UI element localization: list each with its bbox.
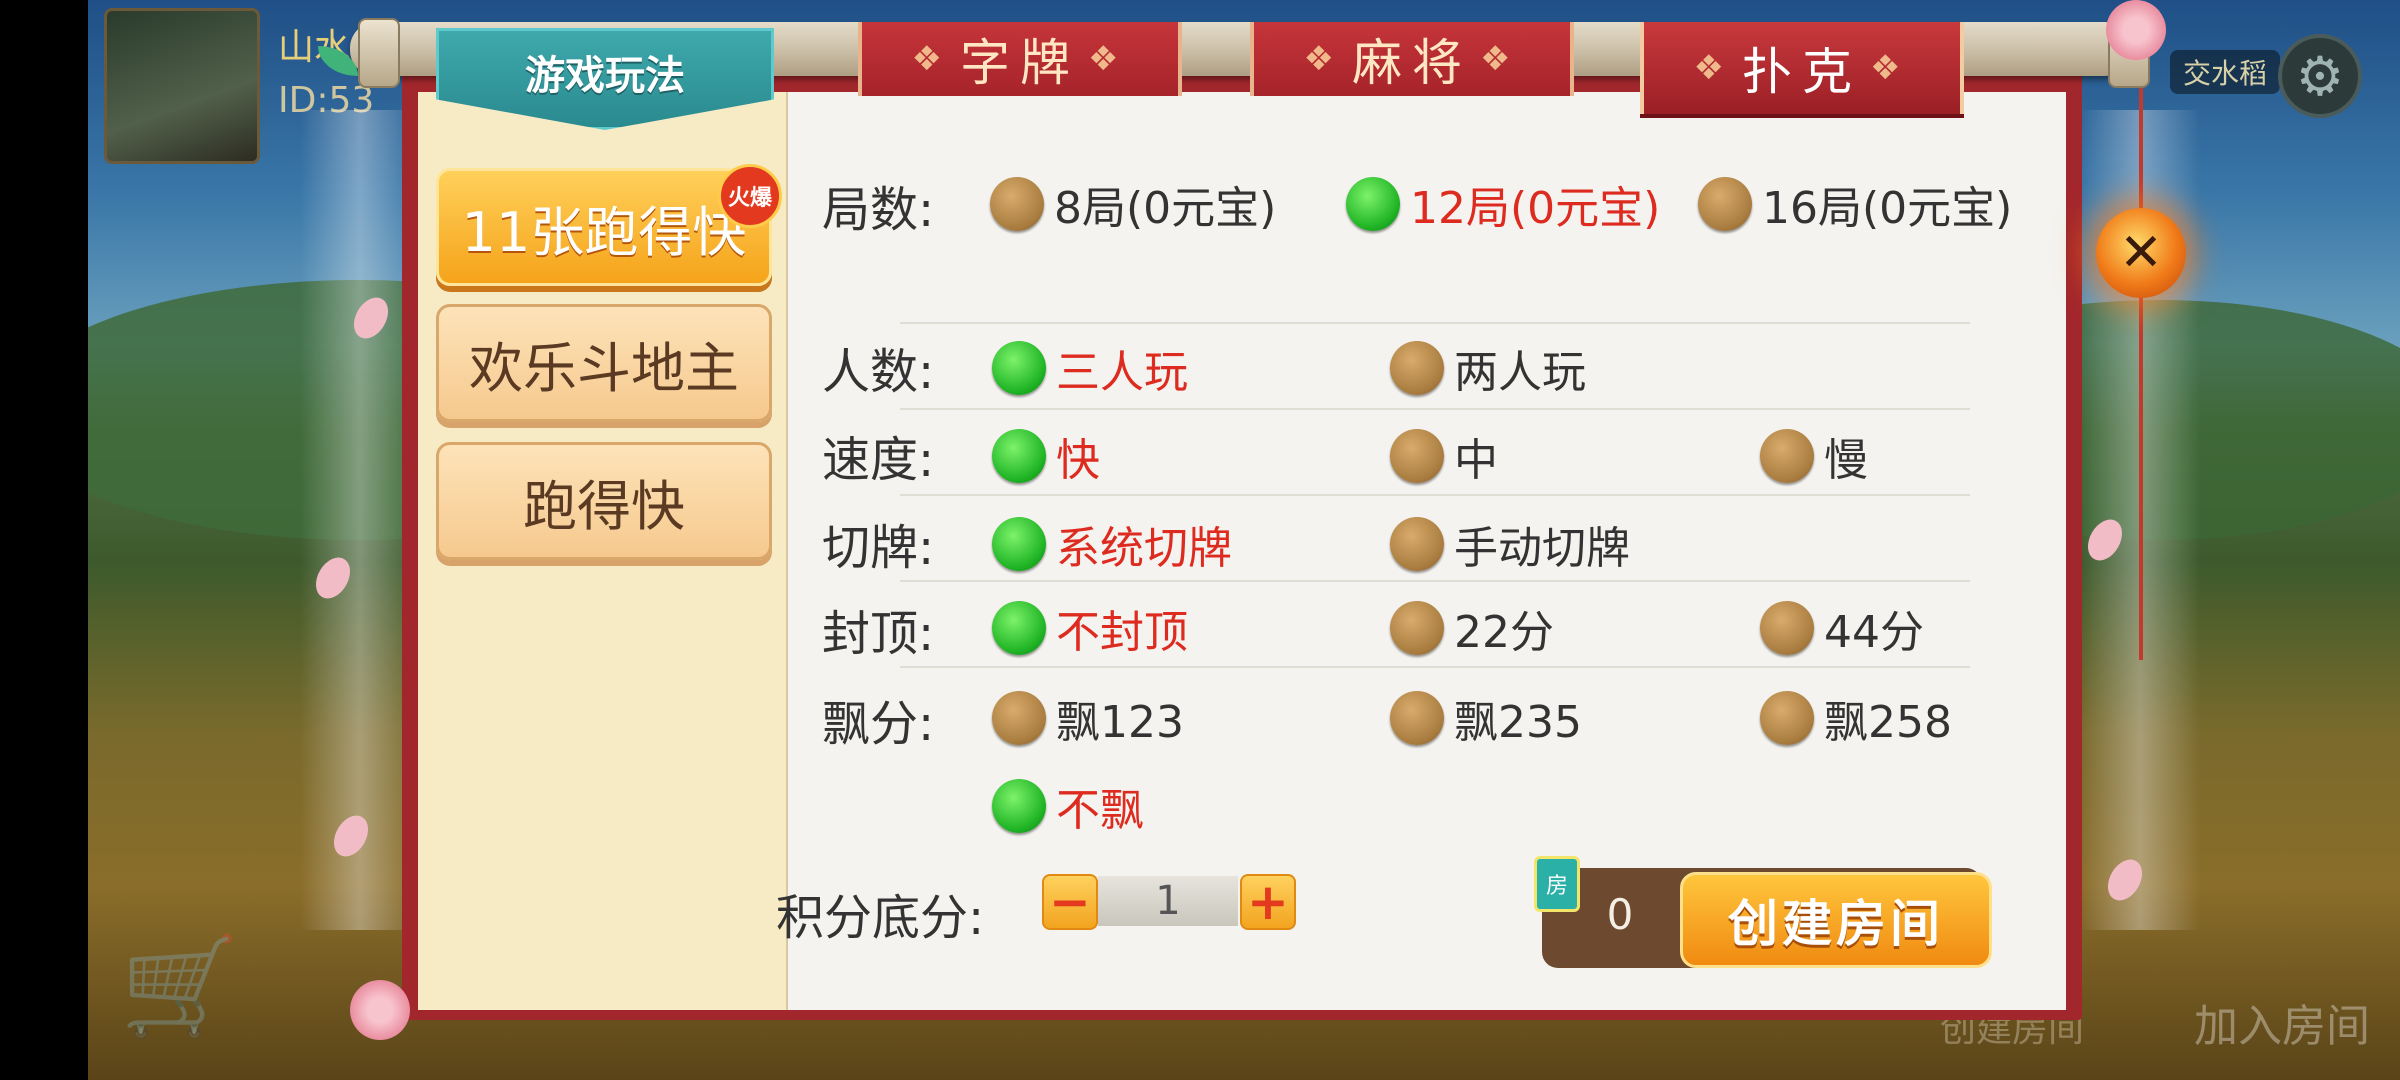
radio-selected-icon [1346,177,1400,231]
tab-poker-label: 扑克 [1742,43,1862,101]
game-paodekuai[interactable]: 跑得快 [436,442,772,560]
ornament-icon: ❖ [1693,48,1734,88]
option-label: 系统切牌 [1056,523,1232,574]
speed-label: 速度: [822,432,935,488]
divider [900,580,1970,582]
game-label: 11张跑得快 [461,200,747,264]
players-label: 人数: [822,344,935,400]
tassel-decor [2139,60,2143,660]
radio-icon [1390,601,1444,655]
cap-option-22[interactable]: 22分 [1390,596,1554,660]
ornament-icon: ❖ [1870,48,1911,88]
province-label[interactable]: 交水稻 [2170,50,2280,94]
float-option-258[interactable]: 飘258 [1760,686,1952,750]
option-label: 慢 [1824,435,1868,486]
rounds-option-8[interactable]: 8局(0元宝) [990,172,1276,236]
tab-zipai[interactable]: ❖ 字牌 ❖ [858,22,1182,96]
option-label: 三人玩 [1056,347,1188,398]
game-doudizhu[interactable]: 欢乐斗地主 [436,304,772,422]
option-label: 44分 [1824,607,1924,658]
radio-icon [992,691,1046,745]
create-room-button[interactable]: 创建房间 [1680,872,1992,968]
option-label: 快 [1056,435,1100,486]
float-option-123[interactable]: 飘123 [992,686,1184,750]
rounds-option-16[interactable]: 16局(0元宝) [1698,172,2012,236]
radio-icon [1760,601,1814,655]
float-option-235[interactable]: 飘235 [1390,686,1582,750]
divider [900,666,1970,668]
game-label: 欢乐斗地主 [469,336,739,400]
speed-option-medium[interactable]: 中 [1390,424,1498,488]
cap-label: 封顶: [822,606,935,662]
ornament-icon: ❖ [911,39,952,79]
radio-icon [1698,177,1752,231]
base-score-value: 1 [1098,876,1238,926]
speed-option-slow[interactable]: 慢 [1760,424,1868,488]
radio-icon [1390,517,1444,571]
radio-icon [1390,341,1444,395]
option-label: 8局(0元宝) [1054,183,1277,234]
radio-selected-icon [992,429,1046,483]
rounds-label: 局数: [822,182,935,238]
float-option-none[interactable]: 不飘 [992,774,1144,838]
radio-icon [1760,691,1814,745]
radio-selected-icon [992,601,1046,655]
avatar[interactable] [104,8,260,164]
players-option-3[interactable]: 三人玩 [992,336,1188,400]
rounds-option-12[interactable]: 12局(0元宝) [1346,172,1660,236]
ornament-icon: ❖ [1480,39,1521,79]
radio-icon [990,177,1044,231]
tab-mahjong[interactable]: ❖ 麻将 ❖ [1250,22,1574,96]
flower-decor [2106,0,2166,60]
tab-mahjong-label: 麻将 [1352,34,1472,92]
cap-option-44[interactable]: 44分 [1760,596,1924,660]
cap-option-none[interactable]: 不封顶 [992,596,1188,660]
radio-selected-icon [992,779,1046,833]
join-room-button[interactable]: 加入房间 [2194,990,2370,1054]
option-label: 22分 [1454,607,1554,658]
option-label: 飘235 [1454,697,1582,748]
close-icon[interactable]: ✕ [2096,208,2186,298]
base-score-label: 积分底分: [776,890,985,946]
gear-icon[interactable]: ⚙ [2278,34,2362,118]
tab-poker[interactable]: ❖ 扑克 ❖ [1640,22,1964,114]
divider [900,322,1970,324]
radio-icon [1390,691,1444,745]
option-label: 不封顶 [1056,607,1188,658]
cut-option-manual[interactable]: 手动切牌 [1390,512,1630,576]
option-label: 手动切牌 [1454,523,1630,574]
option-label: 不飘 [1056,785,1144,836]
speed-option-fast[interactable]: 快 [992,424,1100,488]
option-label: 12局(0元宝) [1410,183,1661,234]
room-card-count: 0 [1606,889,1634,939]
cut-label: 切牌: [822,520,935,576]
room-card-icon: 房 [1534,856,1580,912]
plus-button[interactable]: + [1240,873,1296,931]
option-label: 16局(0元宝) [1762,183,2013,234]
tab-game-rules-label: 游戏玩法 [525,53,685,99]
ornament-icon: ❖ [1088,39,1129,79]
hot-badge: 火爆 [718,164,782,228]
game-label: 跑得快 [523,474,685,538]
shop-cart-icon[interactable]: 🛒 [120,930,260,1050]
option-label: 中 [1454,435,1498,486]
scroll-cap-left [358,18,400,88]
minus-button[interactable]: − [1042,873,1098,931]
cut-option-system[interactable]: 系统切牌 [992,512,1232,576]
radio-selected-icon [992,341,1046,395]
radio-selected-icon [992,517,1046,571]
radio-icon [1390,429,1444,483]
divider [900,494,1970,496]
option-label: 飘123 [1056,697,1184,748]
option-label: 两人玩 [1454,347,1586,398]
flower-decor [350,980,410,1040]
float-label: 飘分: [822,696,935,752]
tab-zipai-label: 字牌 [960,34,1080,92]
players-option-2[interactable]: 两人玩 [1390,336,1586,400]
option-label: 飘258 [1824,697,1952,748]
ornament-icon: ❖ [1303,39,1344,79]
radio-icon [1760,429,1814,483]
divider [900,408,1970,410]
